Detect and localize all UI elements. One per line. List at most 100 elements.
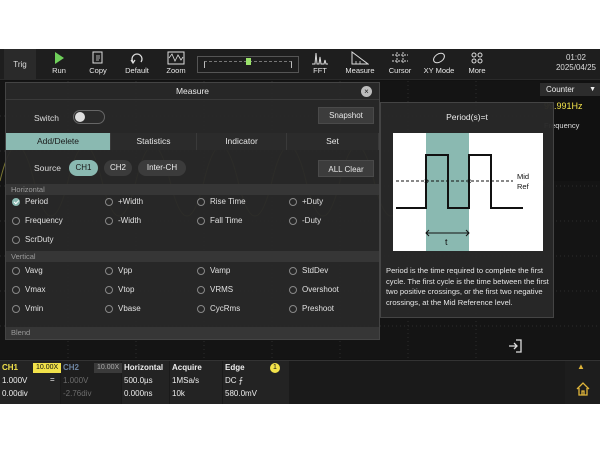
toggle-knob bbox=[75, 112, 85, 122]
measure-button[interactable]: Measure bbox=[341, 49, 379, 80]
trigger-coupling-row: DC ⨍ bbox=[223, 374, 289, 387]
measure-icon bbox=[351, 51, 369, 65]
measure-option-preshoot[interactable]: Preshoot bbox=[289, 302, 334, 316]
counter-header[interactable]: Counter ▼ bbox=[540, 83, 600, 96]
reset-icon bbox=[130, 53, 143, 65]
xy-mode-button[interactable]: XY Mode bbox=[420, 49, 458, 80]
copy-button[interactable]: Copy bbox=[80, 49, 116, 80]
tab-add-delete[interactable]: Add/Delete bbox=[6, 133, 111, 150]
ch1-offset: 0.00div bbox=[2, 389, 28, 398]
snapshot-button[interactable]: Snapshot bbox=[318, 107, 374, 124]
checked-icon bbox=[12, 198, 20, 206]
source-inter-ch[interactable]: Inter-CH bbox=[138, 160, 186, 176]
measure-switch-toggle[interactable] bbox=[73, 110, 105, 124]
more-grid-icon bbox=[471, 52, 483, 64]
tab-indicator[interactable]: Indicator bbox=[197, 133, 287, 150]
radio-icon bbox=[12, 305, 20, 313]
measure-option-period[interactable]: Period bbox=[12, 195, 48, 209]
source-row: Source CH1 CH2 Inter-CH ALL Clear bbox=[6, 158, 379, 178]
ref-label: Ref bbox=[517, 182, 530, 191]
home-icon[interactable] bbox=[575, 381, 591, 397]
close-button[interactable]: × bbox=[361, 86, 372, 97]
radio-icon bbox=[197, 267, 205, 275]
trigger-status[interactable]: Edge 1 DC ⨍ 580.0mV bbox=[223, 361, 289, 404]
measure-option-frequency[interactable]: Frequency bbox=[12, 214, 63, 228]
zoom-label: Zoom bbox=[166, 66, 186, 75]
acquire-label: Acquire bbox=[172, 363, 202, 372]
measure-option-vmax[interactable]: Vmax bbox=[12, 283, 45, 297]
radio-icon bbox=[197, 286, 205, 294]
measure-option-plus-width[interactable]: +Width bbox=[105, 195, 143, 209]
ch1-status[interactable]: CH1 10.00X 1.000V = 0.00div bbox=[0, 361, 62, 404]
measure-option-plus-duty[interactable]: +Duty bbox=[289, 195, 323, 209]
measure-option-vpp[interactable]: Vpp bbox=[105, 264, 132, 278]
measurement-info-panel: Period(s)=t × × t Mid Ref Period is the … bbox=[380, 102, 554, 318]
measure-option-rise-time[interactable]: Rise Time bbox=[197, 195, 246, 209]
measure-option-minus-duty[interactable]: -Duty bbox=[289, 214, 321, 228]
all-clear-button[interactable]: ALL Clear bbox=[318, 160, 374, 177]
tab-set[interactable]: Set bbox=[287, 133, 379, 150]
more-button[interactable]: More bbox=[460, 49, 494, 80]
xy-mode-icon bbox=[433, 52, 445, 64]
measure-option-vtop[interactable]: Vtop bbox=[105, 283, 134, 297]
source-ch1[interactable]: CH1 bbox=[69, 160, 98, 176]
option-label: +Width bbox=[118, 197, 144, 206]
memory-position-indicator[interactable] bbox=[197, 56, 299, 73]
tab-statistics[interactable]: Statistics bbox=[111, 133, 197, 150]
oscilloscope-screen: Trig Run Copy Default Zoom FFT Measure C… bbox=[0, 49, 600, 404]
radio-icon bbox=[12, 217, 20, 225]
measure-option-vamp[interactable]: Vamp bbox=[197, 264, 230, 278]
play-icon bbox=[55, 52, 64, 64]
measure-option-overshoot[interactable]: Overshoot bbox=[289, 283, 339, 297]
option-label: Vavg bbox=[25, 266, 43, 275]
radio-icon bbox=[105, 198, 113, 206]
chevron-up-icon[interactable]: ▲ bbox=[577, 362, 585, 371]
measure-option-cycrms[interactable]: CycRms bbox=[197, 302, 240, 316]
option-label: Rise Time bbox=[210, 197, 246, 206]
measure-option-fall-time[interactable]: Fall Time bbox=[197, 214, 242, 228]
zoom-wave-icon bbox=[167, 51, 185, 65]
zoom-button[interactable]: Zoom bbox=[158, 49, 194, 80]
fft-button[interactable]: FFT bbox=[300, 49, 340, 80]
copy-label: Copy bbox=[89, 66, 107, 75]
radio-icon bbox=[105, 286, 113, 294]
measure-option-vmin[interactable]: Vmin bbox=[12, 302, 43, 316]
more-label: More bbox=[468, 66, 486, 75]
radio-icon bbox=[12, 236, 20, 244]
counter-title: Counter bbox=[546, 85, 575, 94]
measure-option-stddev[interactable]: StdDev bbox=[289, 264, 328, 278]
crossing-marker: × bbox=[424, 177, 429, 186]
ch1-probe-badge: 10.00X bbox=[33, 363, 62, 373]
horizontal-status[interactable]: Horizontal 500.0µs 0.000ns bbox=[122, 361, 169, 404]
measure-option-minus-width[interactable]: -Width bbox=[105, 214, 141, 228]
option-label: CycRms bbox=[210, 304, 241, 313]
source-ch2[interactable]: CH2 bbox=[104, 160, 132, 176]
clock-date: 2025/04/25 bbox=[555, 63, 596, 72]
radio-icon bbox=[197, 217, 205, 225]
option-label: Vamp bbox=[210, 266, 231, 275]
cursor-button[interactable]: Cursor bbox=[381, 49, 419, 80]
dialog-title: Measure bbox=[6, 83, 379, 100]
default-button[interactable]: Default bbox=[118, 49, 156, 80]
measure-option-vrms[interactable]: VRMS bbox=[197, 283, 233, 297]
close-icon: × bbox=[364, 87, 369, 96]
radio-icon bbox=[289, 286, 297, 294]
ch2-probe-badge: 10.00X bbox=[94, 363, 123, 373]
cursor-icon bbox=[392, 52, 408, 64]
trigger-position-marker[interactable] bbox=[246, 58, 251, 65]
radio-icon bbox=[197, 198, 205, 206]
radio-icon bbox=[289, 267, 297, 275]
radio-icon bbox=[289, 217, 297, 225]
ch2-status[interactable]: CH2 10.00X 1.000V -2.76div bbox=[61, 361, 123, 404]
mid-label: Mid bbox=[517, 172, 529, 181]
trig-button[interactable]: Trig bbox=[4, 49, 36, 80]
acquire-status[interactable]: Acquire 1MSa/s 10k bbox=[170, 361, 222, 404]
option-label: Period bbox=[25, 197, 49, 206]
ch2-volts: 1.000V bbox=[63, 376, 89, 385]
measure-option-vbase[interactable]: Vbase bbox=[105, 302, 141, 316]
measure-option-scrduty[interactable]: ScrDuty bbox=[12, 233, 53, 247]
exit-icon[interactable] bbox=[507, 338, 523, 354]
measure-option-vavg[interactable]: Vavg bbox=[12, 264, 43, 278]
switch-label: Switch bbox=[34, 113, 60, 123]
run-button[interactable]: Run bbox=[42, 49, 76, 80]
